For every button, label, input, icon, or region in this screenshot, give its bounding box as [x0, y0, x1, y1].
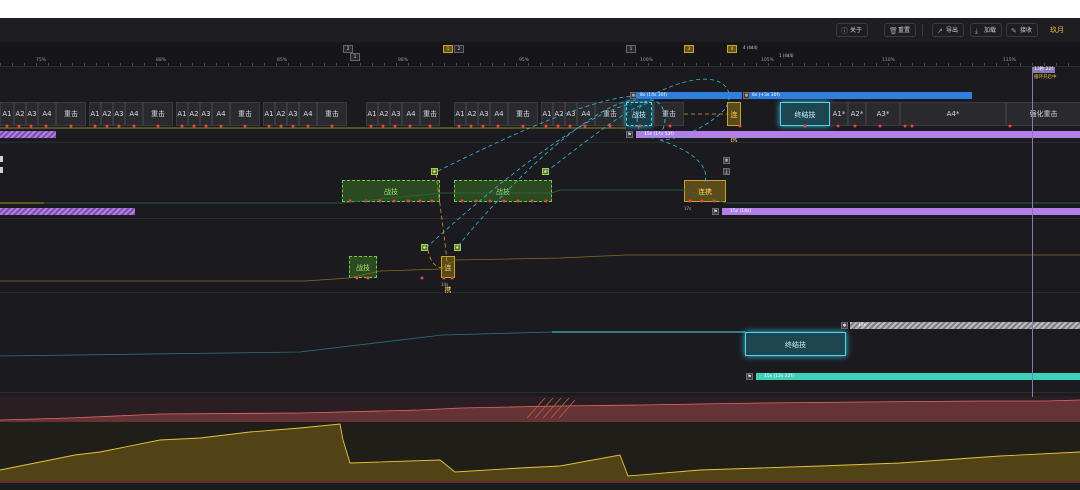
hit-marker — [457, 124, 461, 128]
hit-marker — [878, 124, 882, 128]
hit-marker — [700, 199, 704, 203]
hit-marker — [219, 124, 223, 128]
hit-marker — [408, 124, 412, 128]
hit-marker — [378, 199, 382, 203]
playhead-time: 13秒 22f — [1032, 67, 1055, 73]
hit-marker — [355, 276, 359, 280]
hit-marker — [93, 124, 97, 128]
hit-marker — [481, 124, 485, 128]
hit-marker — [392, 199, 396, 203]
hit-marker — [803, 124, 807, 128]
hit-marker — [117, 124, 121, 128]
hit-marker — [418, 199, 422, 203]
hit-marker — [44, 124, 48, 128]
hit-marker — [1008, 124, 1012, 128]
hit-marker — [502, 199, 506, 203]
hit-marker — [430, 199, 434, 203]
hit-marker — [420, 276, 424, 280]
hit-marker — [243, 124, 247, 128]
hit-marker — [469, 124, 473, 128]
hit-marker — [381, 124, 385, 128]
hit-marker — [738, 124, 742, 128]
hit-marker — [29, 124, 33, 128]
hit-marker — [488, 199, 492, 203]
hit-marker — [460, 199, 464, 203]
hit-marker — [192, 124, 196, 128]
hit-marker — [5, 124, 9, 128]
hit-marker — [496, 124, 500, 128]
hit-marker — [366, 276, 370, 280]
hit-marker — [450, 276, 454, 280]
hit-marker — [267, 124, 271, 128]
hit-marker — [393, 124, 397, 128]
hit-marker — [474, 199, 478, 203]
timeline-overlay — [0, 78, 1080, 483]
playhead-line[interactable] — [1032, 67, 1033, 397]
hit-marker — [544, 124, 548, 128]
hit-marker — [853, 124, 857, 128]
hit-marker — [132, 124, 136, 128]
hit-marker — [688, 199, 692, 203]
hit-marker — [204, 124, 208, 128]
hit-marker — [568, 124, 572, 128]
hit-marker — [836, 124, 840, 128]
playhead-status: 循环开启中 — [1034, 75, 1057, 80]
hit-marker — [406, 199, 410, 203]
hit-marker — [638, 124, 642, 128]
hit-marker — [544, 199, 548, 203]
hit-marker — [516, 199, 520, 203]
hit-marker — [903, 124, 907, 128]
hit-marker — [306, 124, 310, 128]
hit-marker — [530, 199, 534, 203]
hit-marker — [428, 124, 432, 128]
hit-marker — [279, 124, 283, 128]
hit-marker — [156, 124, 160, 128]
hit-marker — [330, 124, 334, 128]
hit-marker — [668, 124, 672, 128]
hit-marker — [556, 124, 560, 128]
hit-marker — [521, 124, 525, 128]
hit-marker — [69, 124, 73, 128]
hit-marker — [105, 124, 109, 128]
hit-marker — [442, 276, 446, 280]
hit-marker — [180, 124, 184, 128]
hit-marker — [910, 124, 914, 128]
hit-marker — [17, 124, 21, 128]
hit-marker — [583, 124, 587, 128]
hit-marker — [369, 124, 373, 128]
hit-marker — [291, 124, 295, 128]
